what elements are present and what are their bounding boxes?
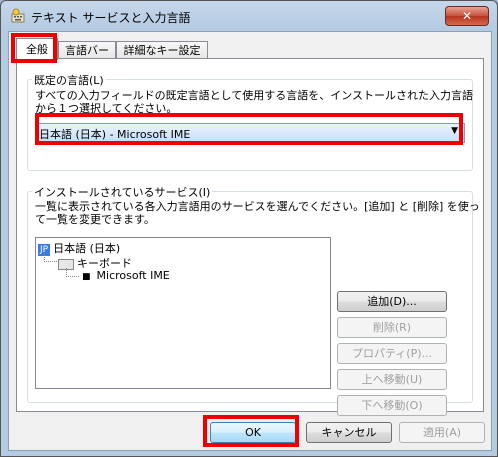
default-language-description-line1: すべての入力フィールドの既定言語として使用する言語を、インストールされた入力言語 xyxy=(35,89,474,102)
move-down-button[interactable]: 下へ移動(O) xyxy=(337,395,447,416)
cancel-button[interactable]: キャンセル xyxy=(306,422,392,443)
text-services-icon xyxy=(11,8,25,23)
default-language-label: 既定の言語(L) xyxy=(32,72,106,88)
tree-service-label: Microsoft IME xyxy=(96,269,170,282)
window-title: テキスト サービスと入力言語 xyxy=(31,11,191,25)
installed-services-description-line1: 一覧に表示されている各入力言語用のサービスを選んでください。[追加] と [削除… xyxy=(35,200,480,213)
dialog-window: テキスト サービスと入力言語 ✕ 全般 言語バー 詳細なキー設定 既定の言語(L… xyxy=(0,0,498,457)
tree-item-service[interactable]: ■ Microsoft IME xyxy=(82,269,170,282)
properties-button[interactable]: プロパティ(P)... xyxy=(337,343,447,364)
add-button[interactable]: 追加(D)... xyxy=(337,291,447,312)
services-tree[interactable]: JP 日本語 (日本) キーボード ■ Microsoft IME xyxy=(35,237,331,389)
bullet-icon: ■ xyxy=(82,272,91,282)
installed-services-description-line2: て一覧を変更できます。 xyxy=(35,213,155,226)
highlight-ok-button xyxy=(203,415,299,447)
close-button[interactable]: ✕ xyxy=(445,6,489,26)
highlight-tab-general xyxy=(11,33,57,63)
tab-panel-general: 既定の言語(L) すべての入力フィールドの既定言語として使用する言語を、インスト… xyxy=(16,58,484,416)
remove-button[interactable]: 削除(R) xyxy=(337,317,447,338)
move-up-button[interactable]: 上へ移動(U) xyxy=(337,369,447,390)
tree-language-label: 日本語 (日本) xyxy=(53,242,121,255)
tree-connector xyxy=(66,268,79,277)
dialog-client-area: 全般 言語バー 詳細なキー設定 既定の言語(L) すべての入力フィールドの既定言… xyxy=(8,31,492,451)
installed-services-label: インストールされているサービス(I) xyxy=(32,184,213,200)
title-bar[interactable]: テキスト サービスと入力言語 ✕ xyxy=(1,1,497,31)
highlight-language-dropdown xyxy=(35,113,463,145)
apply-button[interactable]: 適用(A) xyxy=(399,422,485,443)
tree-connector xyxy=(44,253,57,262)
